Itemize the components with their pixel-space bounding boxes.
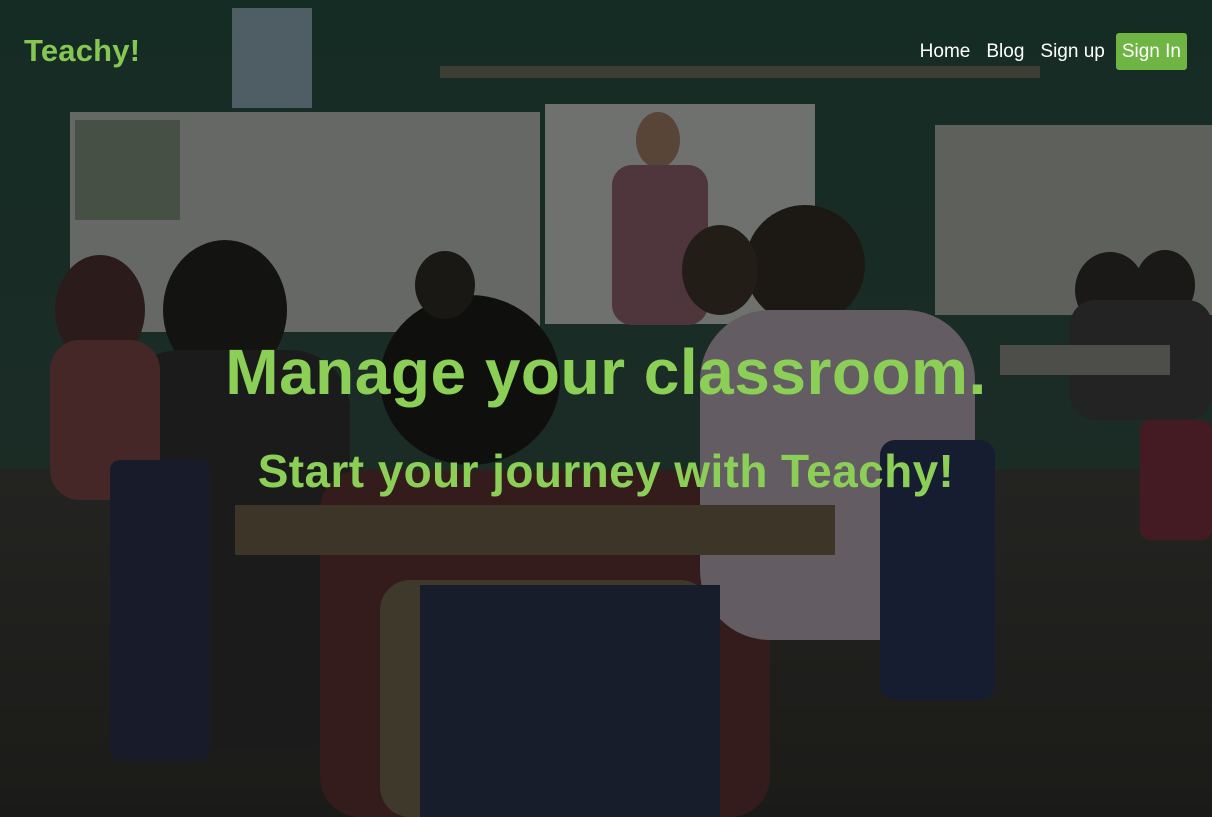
signin-button[interactable]: Sign In: [1115, 33, 1187, 70]
nav-blog-link[interactable]: Blog: [978, 33, 1032, 70]
nav-signup-link[interactable]: Sign up: [1032, 33, 1112, 70]
landing-page: Teachy! Home Blog Sign up Sign In Manage…: [0, 0, 1212, 817]
nav-home-link[interactable]: Home: [912, 33, 979, 70]
hero-subtitle: Start your journey with Teachy!: [257, 445, 955, 497]
hero-title: Manage your classroom.: [225, 336, 987, 408]
navbar: Teachy! Home Blog Sign up Sign In: [0, 0, 1212, 104]
brand-logo[interactable]: Teachy!: [24, 33, 140, 69]
nav-links: Home Blog Sign up Sign In: [912, 33, 1187, 70]
